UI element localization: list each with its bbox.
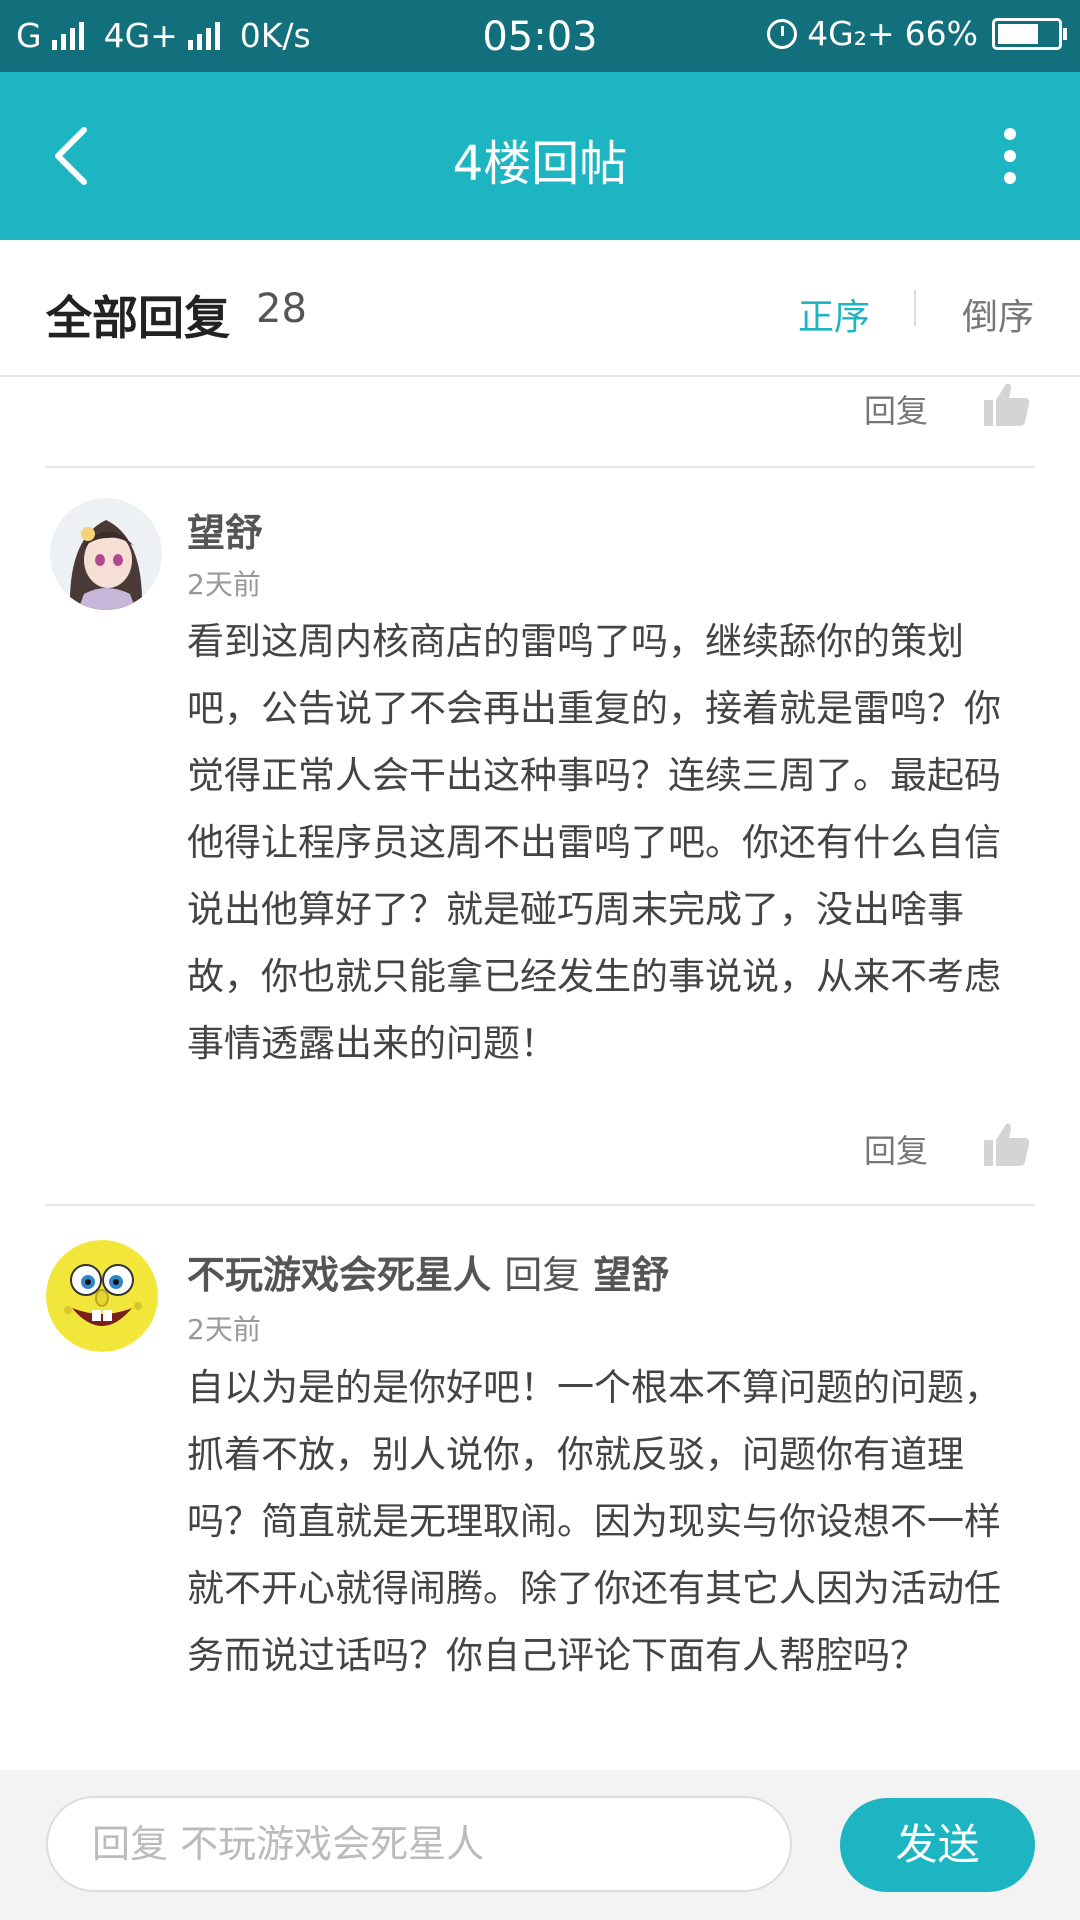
sort-ascending-tab[interactable]: 正序 [798, 288, 870, 340]
battery-icon [992, 17, 1067, 50]
page-title: 4楼回帖 [452, 136, 628, 192]
more-menu-button[interactable] [980, 116, 1040, 196]
divider [45, 466, 1035, 468]
comment-text: 看到这周内核商店的雷鸣了吗，继续舔你的策划吧，公告说了不会再出重复的，接着就是雷… [187, 620, 1001, 1065]
avatar[interactable] [50, 498, 162, 610]
comment-username-line: 不玩游戏会死星人 回复 望舒 [187, 1244, 670, 1299]
reply-button[interactable]: 回复 [864, 1126, 928, 1172]
spongebob-avatar-icon [46, 1240, 158, 1352]
reply-count: 28 [256, 286, 307, 332]
reply-composer: 回复 不玩游戏会死星人 发送 [0, 1770, 1080, 1920]
sort-descending-tab[interactable]: 倒序 [962, 288, 1034, 340]
battery-percent: 66% [904, 14, 978, 53]
comment-username[interactable]: 望舒 [187, 502, 263, 557]
thumbs-up-icon[interactable] [982, 380, 1030, 428]
all-replies-label: 全部回复 [46, 291, 230, 345]
comment-username[interactable]: 不玩游戏会死星人 [187, 1253, 491, 1297]
reply-header: 全部回复 28 正序 倒序 [0, 240, 1080, 377]
more-dot-icon [1004, 128, 1016, 140]
app-bar: 4楼回帖 [0, 72, 1080, 240]
comment-time: 2天前 [187, 1313, 261, 1346]
network-type: 4G₂+ [807, 14, 895, 53]
reply-button[interactable]: 回复 [864, 386, 928, 432]
send-button[interactable]: 发送 [840, 1798, 1035, 1892]
sort-divider [914, 290, 916, 326]
divider [45, 1204, 1035, 1206]
thumbs-up-icon[interactable] [982, 1120, 1030, 1168]
reply-input[interactable]: 回复 不玩游戏会死星人 [46, 1796, 792, 1892]
anime-girl-avatar-icon [50, 498, 162, 610]
reply-to-label: 回复 [504, 1253, 581, 1297]
reply-to-username[interactable]: 望舒 [594, 1253, 670, 1297]
comment-time: 2天前 [187, 568, 261, 601]
avatar[interactable] [46, 1240, 158, 1352]
comment-text: 自以为是的是你好吧！一个根本不算问题的问题，抓着不放，别人说你，你就反驳，问题你… [187, 1366, 1001, 1677]
alarm-icon [767, 18, 798, 49]
status-bar: G 4G+ 0K/s 05:03 4G₂+ 66% [0, 0, 1080, 72]
